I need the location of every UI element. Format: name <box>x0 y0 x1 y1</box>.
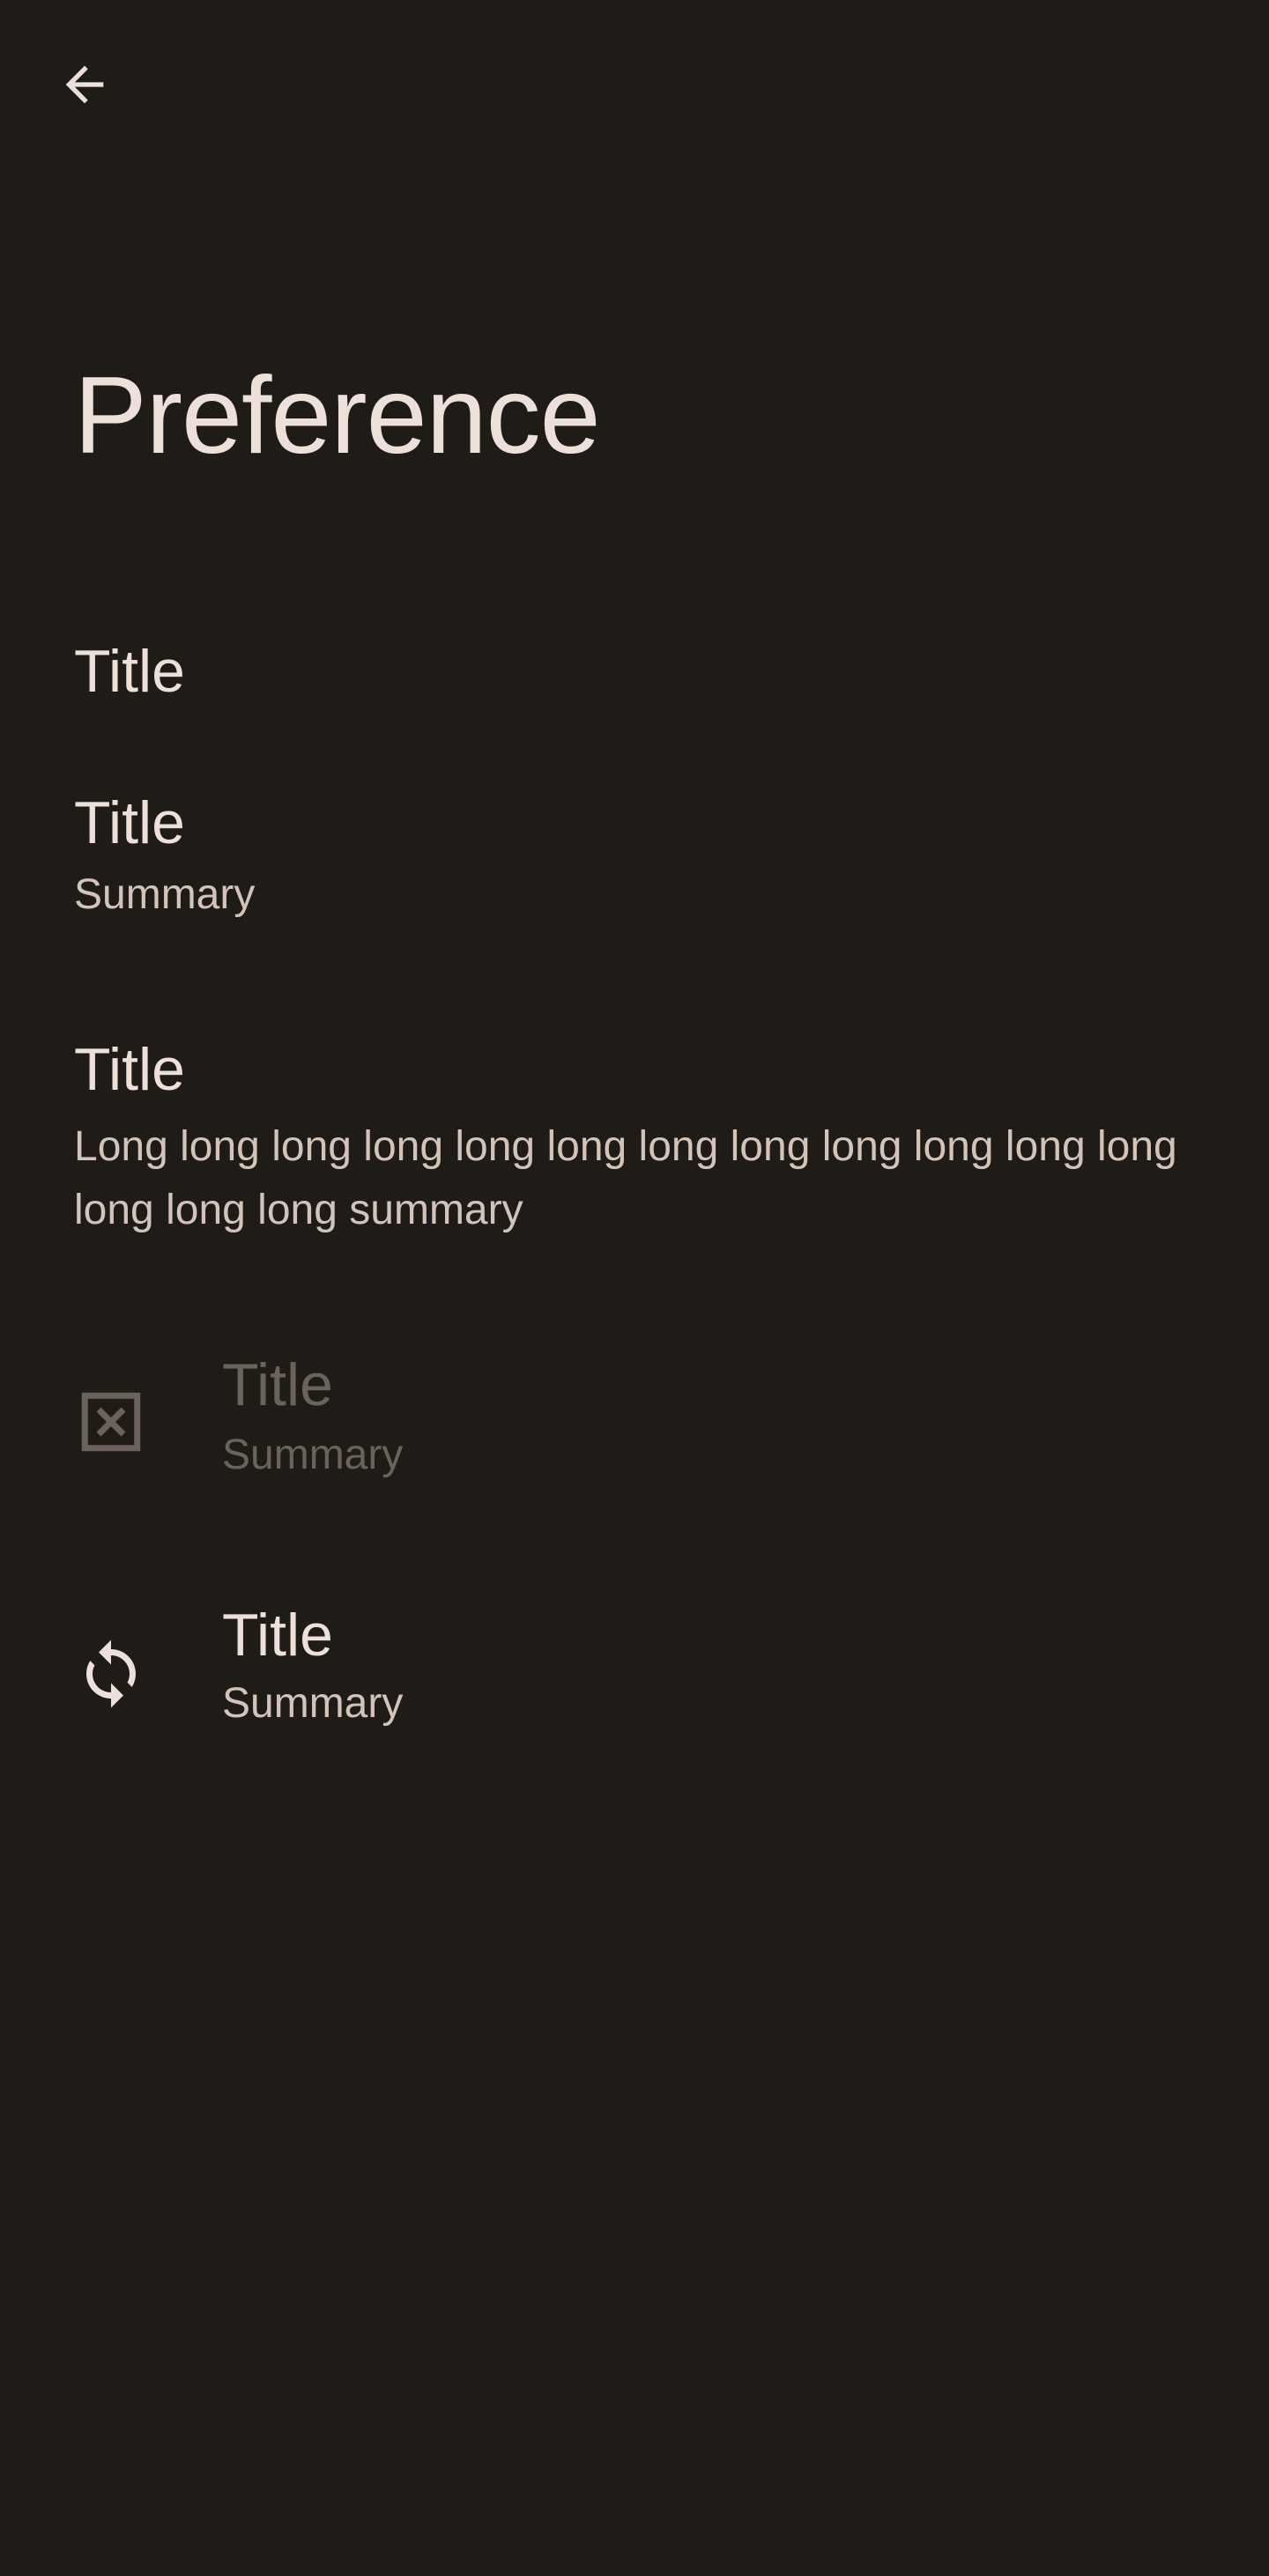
preference-title: Title <box>74 1036 185 1103</box>
preference-summary: Summary <box>222 1432 404 1478</box>
preference-title: Title <box>74 789 185 856</box>
preference-summary: Summary <box>222 1680 404 1727</box>
page-title: Preference <box>74 355 601 477</box>
disabled-box-icon <box>74 1385 148 1459</box>
preference-item-with-icon[interactable]: Title Summary <box>0 1568 1269 1780</box>
preference-title: Title <box>222 1602 333 1669</box>
preference-summary: Summary <box>74 871 256 918</box>
preference-title: Title <box>74 638 185 705</box>
preference-item-disabled: Title Summary <box>0 1321 1269 1533</box>
sync-icon <box>74 1637 148 1711</box>
preference-item-long-summary[interactable]: Title Long long long long long long long… <box>0 1004 1269 1260</box>
preference-summary: Long long long long long long long long … <box>74 1123 1177 1233</box>
arrow-back-icon <box>65 65 104 104</box>
preference-item-title-only[interactable]: Title <box>0 599 1269 740</box>
preference-item-with-summary[interactable]: Title Summary <box>0 765 1269 955</box>
back-button[interactable] <box>42 42 127 127</box>
preference-title: Title <box>222 1351 333 1418</box>
